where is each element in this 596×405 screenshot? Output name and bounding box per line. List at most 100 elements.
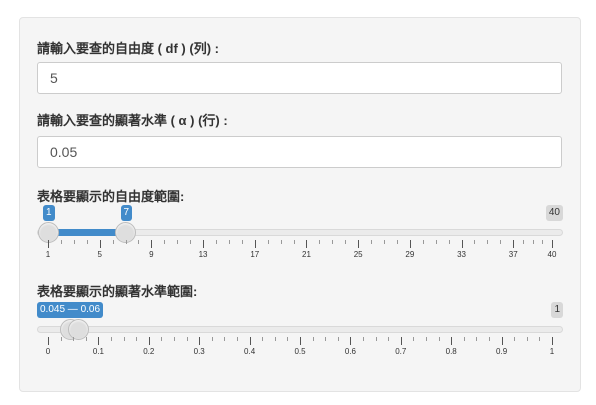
df-tick-label: 1 xyxy=(45,250,51,259)
df-minor-tick xyxy=(138,240,140,244)
df-minor-tick xyxy=(190,240,192,244)
alpha-tick-label: 0.4 xyxy=(244,347,256,356)
alpha-tick-label: 0.9 xyxy=(496,347,508,356)
df-minor-tick xyxy=(542,240,544,244)
df-minor-tick xyxy=(112,240,114,244)
alpha-major-tick xyxy=(300,337,301,345)
alpha-minor-tick xyxy=(375,337,377,341)
df-major-tick xyxy=(552,240,553,248)
alpha-tick-label: 0 xyxy=(45,347,51,356)
alpha-major-tick xyxy=(148,337,150,345)
df-major-tick xyxy=(254,240,256,248)
alpha-minor-tick xyxy=(426,337,427,341)
df-tick-label: 17 xyxy=(250,250,260,259)
alpha-minor-tick xyxy=(224,337,226,341)
alpha-minor-tick xyxy=(60,337,62,341)
alpha-label: 請輸入要查的顯著水準 ( α ) (行) : xyxy=(37,113,228,128)
df-minor-tick xyxy=(73,240,75,244)
alpha-major-tick xyxy=(400,337,402,345)
alpha-minor-tick xyxy=(186,337,188,341)
df-major-tick xyxy=(513,240,515,248)
alpha-minor-tick xyxy=(136,337,138,341)
df-tick-label: 25 xyxy=(353,250,363,259)
df-input[interactable] xyxy=(37,62,562,94)
df-minor-tick xyxy=(125,240,127,244)
df-range-slider[interactable]: 1 7 40 1 5 9 13 17 21 25 29 33 37 40 xyxy=(37,203,563,263)
df-major-tick xyxy=(48,240,49,248)
alpha-minor-tick xyxy=(476,337,478,341)
df-minor-tick xyxy=(228,240,230,244)
df-tick-label: 21 xyxy=(302,250,311,259)
df-major-tick xyxy=(409,240,411,248)
df-minor-tick xyxy=(422,240,424,244)
df-slider-selected-bar xyxy=(48,229,126,236)
alpha-minor-tick xyxy=(73,337,75,341)
alpha-minor-tick xyxy=(111,337,112,341)
df-minor-tick xyxy=(435,240,437,244)
alpha-slider-track[interactable] xyxy=(37,326,563,333)
alpha-tick-label: 0.1 xyxy=(92,347,104,356)
df-minor-tick xyxy=(293,240,295,244)
df-from-value-badge: 1 xyxy=(43,205,55,221)
alpha-major-tick xyxy=(249,337,251,345)
alpha-minor-tick xyxy=(123,337,125,341)
alpha-minor-tick xyxy=(539,337,541,341)
alpha-tick-label: 0.8 xyxy=(445,347,457,356)
df-minor-tick xyxy=(216,240,217,244)
alpha-minor-tick xyxy=(388,337,390,341)
df-minor-tick xyxy=(532,240,534,244)
df-minor-tick xyxy=(371,240,373,244)
df-label: 請輸入要查的自由度 ( df ) (列) : xyxy=(37,41,219,56)
df-minor-tick xyxy=(448,240,450,244)
df-minor-tick xyxy=(384,240,385,244)
df-minor-tick xyxy=(487,240,489,244)
alpha-tick-label: 0.2 xyxy=(143,347,155,356)
alpha-major-tick xyxy=(48,337,49,345)
df-minor-tick xyxy=(177,240,179,244)
alpha-minor-tick xyxy=(337,337,339,341)
alpha-tick-label: 0.5 xyxy=(294,347,306,356)
alpha-minor-tick xyxy=(85,337,87,341)
alpha-input[interactable] xyxy=(37,136,562,168)
df-major-tick xyxy=(99,240,101,248)
df-tick-label: 9 xyxy=(149,250,154,259)
df-major-tick xyxy=(358,240,360,248)
alpha-major-tick xyxy=(350,337,352,345)
alpha-tick-label: 0.7 xyxy=(395,347,407,356)
df-minor-tick xyxy=(241,240,243,244)
alpha-minor-tick xyxy=(237,337,238,341)
df-major-tick xyxy=(306,240,308,248)
df-tick-label: 29 xyxy=(405,250,415,259)
alpha-minor-tick xyxy=(463,337,465,341)
df-tick-label: 37 xyxy=(508,250,518,259)
df-minor-tick xyxy=(164,240,166,244)
alpha-minor-tick xyxy=(514,337,516,341)
alpha-major-tick xyxy=(199,337,201,345)
df-major-tick xyxy=(151,240,153,248)
df-to-value-badge: 7 xyxy=(120,205,133,221)
df-minor-tick xyxy=(86,240,88,244)
df-minor-tick xyxy=(267,240,269,244)
alpha-major-tick xyxy=(501,337,503,345)
df-minor-tick xyxy=(474,240,476,244)
alpha-minor-tick xyxy=(274,337,276,341)
alpha-major-tick xyxy=(451,337,453,345)
alpha-minor-tick xyxy=(312,337,314,341)
alpha-tick-label: 1 xyxy=(549,347,555,356)
alpha-minor-tick xyxy=(363,337,364,341)
df-max-badge: 40 xyxy=(545,205,563,221)
df-minor-tick xyxy=(280,240,282,244)
alpha-range-slider[interactable]: 0.045 — 0.06 1 0 0.1 0.2 0.3 0.4 0.5 0.6 0.7 0.8… xyxy=(37,300,563,360)
df-minor-tick xyxy=(60,240,62,244)
df-tick-label: 13 xyxy=(198,250,208,259)
df-tick-label: 33 xyxy=(457,250,466,259)
alpha-major-tick xyxy=(552,337,553,345)
df-minor-tick xyxy=(522,240,524,244)
df-major-tick xyxy=(461,240,463,248)
df-minor-tick xyxy=(396,240,398,244)
alpha-minor-tick xyxy=(174,337,175,341)
alpha-major-tick xyxy=(98,337,100,345)
df-minor-tick xyxy=(500,240,502,244)
alpha-minor-tick xyxy=(413,337,415,341)
alpha-range-value-badge: 0.045 — 0.06 xyxy=(37,302,104,318)
